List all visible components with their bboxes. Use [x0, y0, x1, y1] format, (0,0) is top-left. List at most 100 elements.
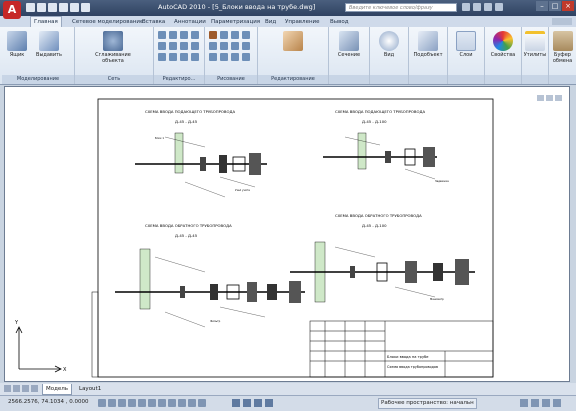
first-layout-icon[interactable]: [4, 385, 11, 392]
plot-icon[interactable]: [81, 3, 90, 12]
close-button[interactable]: ×: [562, 1, 574, 11]
tab-view[interactable]: Вид: [265, 17, 276, 27]
isolate-objects-icon[interactable]: [542, 399, 550, 407]
panel-label-solid-editing[interactable]: Редактиро...: [154, 75, 204, 84]
tab-layout1[interactable]: Layout1: [76, 384, 104, 394]
polar-icon[interactable]: [128, 399, 136, 407]
close-viewport-icon[interactable]: [555, 95, 562, 101]
ribbon-minimize-icon[interactable]: [552, 18, 572, 25]
application-menu-button[interactable]: A: [3, 1, 21, 19]
tab-parametric[interactable]: Параметризация: [211, 17, 260, 27]
section-button[interactable]: Сечение: [337, 31, 361, 58]
text-icon[interactable]: [231, 53, 239, 61]
steeringwheel-icon[interactable]: [265, 399, 273, 407]
otrack-icon[interactable]: [158, 399, 166, 407]
check-icon[interactable]: [191, 53, 199, 61]
redo-icon[interactable]: [70, 3, 79, 12]
snap-icon[interactable]: [98, 399, 106, 407]
undo-icon[interactable]: [59, 3, 68, 12]
save-icon[interactable]: [48, 3, 57, 12]
binoculars-icon[interactable]: [462, 3, 470, 11]
spline-icon[interactable]: [231, 42, 239, 50]
panel-label-utilities[interactable]: [522, 75, 548, 84]
imprint-icon[interactable]: [158, 42, 166, 50]
3d-osnap-icon[interactable]: [148, 399, 156, 407]
tab-model[interactable]: Модель: [42, 384, 73, 395]
box-button[interactable]: Ящик: [5, 31, 29, 58]
separate-icon[interactable]: [158, 53, 166, 61]
shell-icon[interactable]: [169, 53, 177, 61]
clean-icon[interactable]: [180, 53, 188, 61]
properties-button[interactable]: Свойства: [490, 31, 516, 58]
tab-insert[interactable]: Вставка: [142, 17, 165, 27]
lock-icon[interactable]: [520, 399, 528, 407]
tab-annotate[interactable]: Аннотации: [174, 17, 206, 27]
polyline-icon[interactable]: [220, 31, 228, 39]
minimize-button[interactable]: –: [536, 1, 548, 11]
subobject-button[interactable]: Подобъект: [412, 31, 444, 58]
extract-edges-icon[interactable]: [169, 42, 177, 50]
star-icon[interactable]: [484, 3, 492, 11]
quick-properties-icon[interactable]: [198, 399, 206, 407]
tab-manage[interactable]: Управление: [285, 17, 320, 27]
union-icon[interactable]: [158, 31, 166, 39]
region-icon[interactable]: [220, 53, 228, 61]
utilities-button[interactable]: Утилиты: [523, 31, 547, 58]
clean-screen-icon[interactable]: [553, 399, 561, 407]
panel-label-properties[interactable]: [485, 75, 521, 84]
dyn-icon[interactable]: [178, 399, 186, 407]
grid-icon[interactable]: [108, 399, 116, 407]
minimize-viewport-icon[interactable]: [537, 95, 544, 101]
circle-icon[interactable]: [231, 31, 239, 39]
smooth-object-button[interactable]: Сглаживание объекта: [91, 31, 135, 64]
next-layout-icon[interactable]: [22, 385, 29, 392]
view-button[interactable]: Вид: [377, 31, 401, 58]
zoom-icon[interactable]: [254, 399, 262, 407]
line-icon[interactable]: [209, 31, 217, 39]
new-icon[interactable]: [26, 3, 35, 12]
open-icon[interactable]: [37, 3, 46, 12]
panel-label-clipboard[interactable]: [549, 75, 576, 84]
panel-label-subobject[interactable]: [409, 75, 447, 84]
pan-icon[interactable]: [243, 399, 251, 407]
panel-label-view[interactable]: [370, 75, 408, 84]
hatch-icon[interactable]: [220, 42, 228, 50]
osnap-icon[interactable]: [138, 399, 146, 407]
subtract-icon[interactable]: [169, 31, 177, 39]
ducs-icon[interactable]: [168, 399, 176, 407]
tab-mesh-modeling[interactable]: Сетевое моделирование: [72, 17, 143, 27]
extrude-button[interactable]: Выдавить: [34, 31, 64, 58]
modify-button[interactable]: [278, 31, 308, 52]
helix-icon[interactable]: [242, 53, 250, 61]
panel-label-draw[interactable]: Рисование: [205, 75, 257, 84]
panel-label-modify[interactable]: Редактирование: [258, 75, 328, 84]
arc-icon[interactable]: [242, 31, 250, 39]
communication-icon[interactable]: [473, 3, 481, 11]
slice-icon[interactable]: [191, 31, 199, 39]
maximize-button[interactable]: □: [549, 1, 561, 11]
tab-output[interactable]: Вывод: [330, 17, 349, 27]
prev-layout-icon[interactable]: [13, 385, 20, 392]
hardware-acceleration-icon[interactable]: [531, 399, 539, 407]
rectangle-icon[interactable]: [209, 42, 217, 50]
ortho-icon[interactable]: [118, 399, 126, 407]
panel-label-mesh[interactable]: Сеть: [75, 75, 153, 84]
taper-face-icon[interactable]: [191, 42, 199, 50]
search-input[interactable]: Введите ключевое слово/фразу: [345, 3, 457, 12]
panel-label-layers[interactable]: [448, 75, 484, 84]
model-space-icon[interactable]: [232, 399, 240, 407]
ellipse-icon[interactable]: [242, 42, 250, 50]
drawing-canvas[interactable]: Блоки ввода на трубе Схема ввода трубопр…: [4, 86, 570, 382]
lineweight-icon[interactable]: [188, 399, 196, 407]
workspace-switcher[interactable]: Рабочее пространство: начальн: [378, 398, 477, 409]
clipboard-button[interactable]: Буфер обмена: [550, 31, 575, 64]
layers-button[interactable]: Слои: [454, 31, 478, 58]
help-icon[interactable]: [495, 3, 503, 11]
panel-label-section[interactable]: [329, 75, 369, 84]
restore-viewport-icon[interactable]: [546, 95, 553, 101]
point-icon[interactable]: [209, 53, 217, 61]
intersect-icon[interactable]: [180, 31, 188, 39]
last-layout-icon[interactable]: [31, 385, 38, 392]
offset-face-icon[interactable]: [180, 42, 188, 50]
panel-label-modeling[interactable]: Моделирование: [2, 75, 74, 84]
